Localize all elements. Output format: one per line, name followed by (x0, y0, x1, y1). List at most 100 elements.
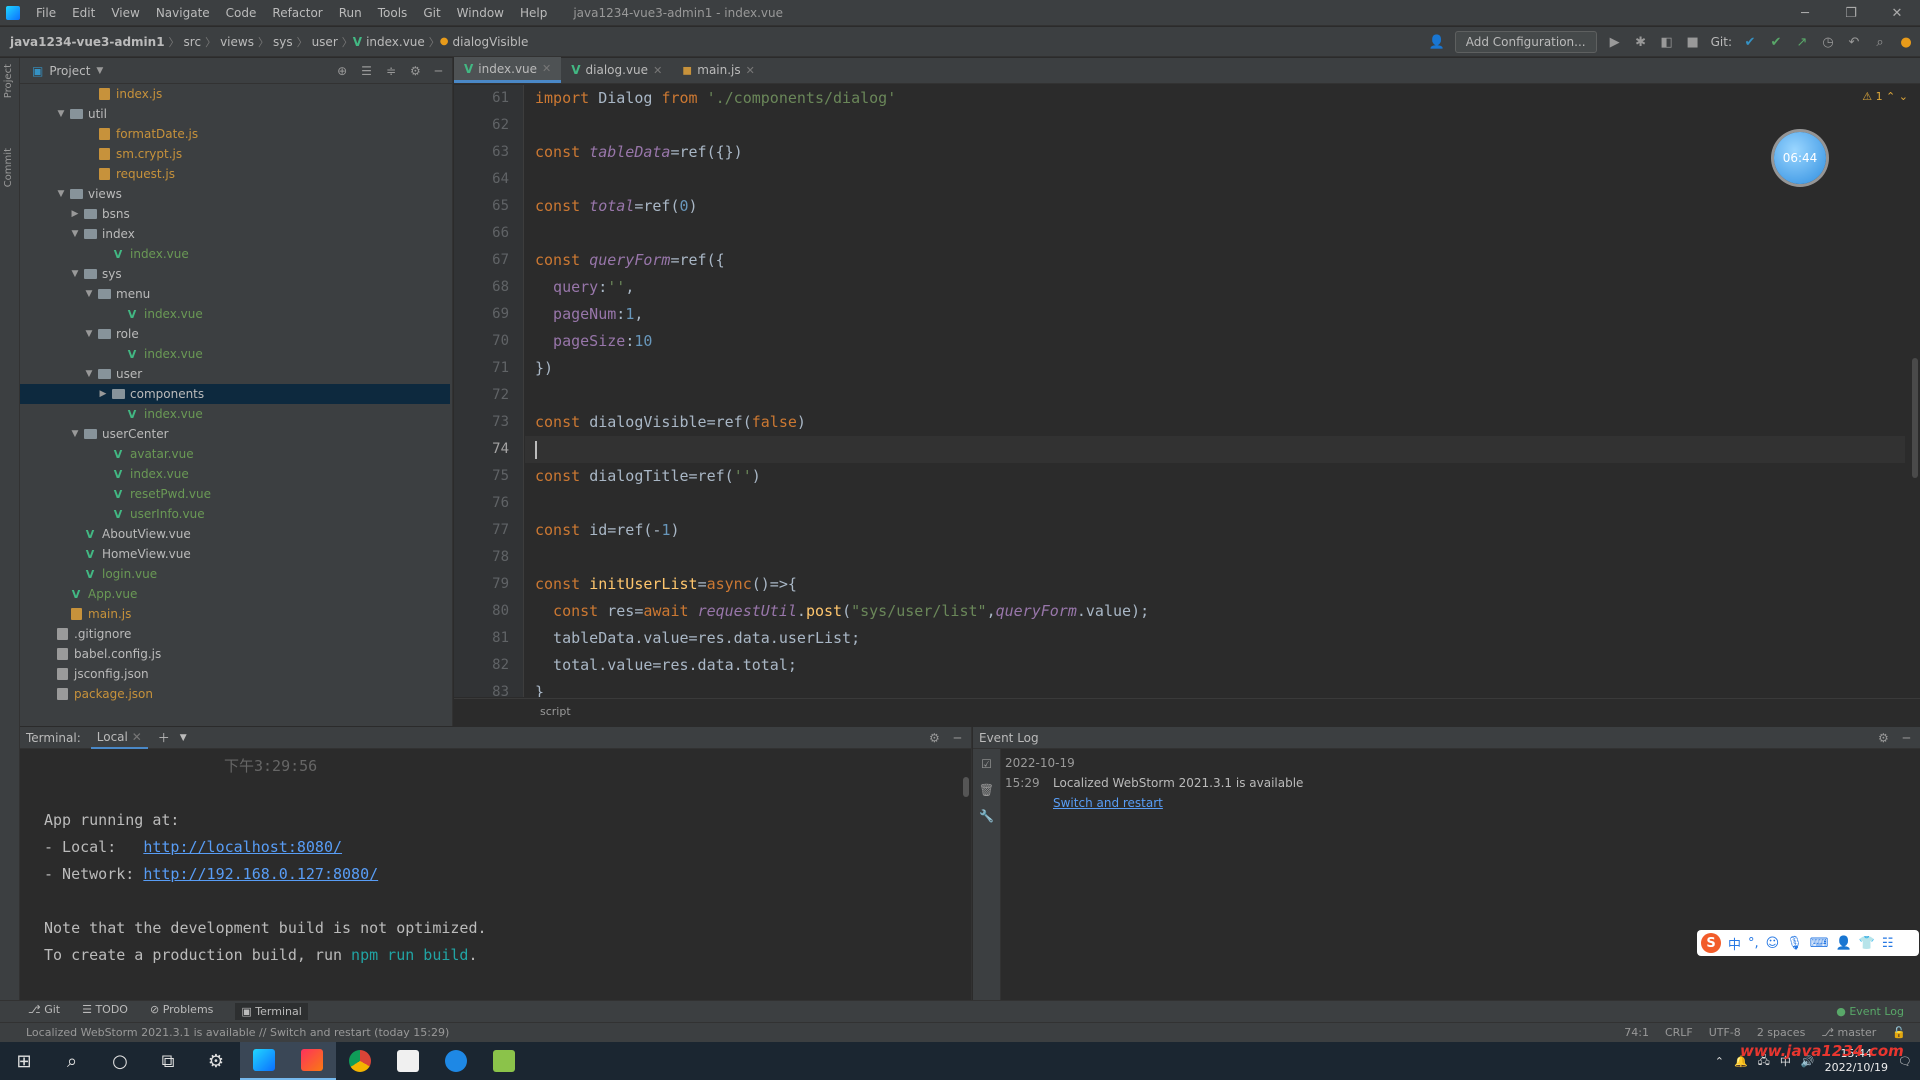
tree-item-vue[interactable]: Vindex.vue (20, 344, 450, 364)
coverage-icon[interactable]: ◧ (1659, 35, 1675, 50)
tree-item-cfg[interactable]: babel.config.js (20, 644, 450, 664)
project-panel-title[interactable]: Project (49, 64, 90, 78)
menu-item-help[interactable]: Help (512, 6, 555, 20)
ide-update-icon[interactable]: ● (1898, 35, 1914, 50)
git-update-icon[interactable]: ✔ (1742, 35, 1758, 50)
editor-tab[interactable]: ◼ main.js ✕ (672, 57, 765, 83)
tree-item-vue[interactable]: Vlogin.vue (20, 564, 450, 584)
code-line[interactable]: query:'', (525, 274, 1905, 301)
warning-badge[interactable]: ⚠ 1 ⌃ ⌄ (1862, 90, 1908, 103)
hide-panel-icon[interactable]: ─ (954, 731, 961, 745)
tree-item-vue[interactable]: Vavatar.vue (20, 444, 450, 464)
local-url-link[interactable]: http://localhost:8080/ (143, 838, 342, 856)
status-message[interactable]: Localized WebStorm 2021.3.1 is available… (26, 1026, 449, 1039)
collapse-all-icon[interactable]: ≑ (386, 64, 396, 78)
tree-item-js[interactable]: main.js (20, 604, 450, 624)
cursor-position[interactable]: 74:1 (1624, 1026, 1649, 1039)
chevron-up-icon[interactable]: ⌃ (1715, 1055, 1724, 1068)
menu-item-tools[interactable]: Tools (370, 6, 416, 20)
tree-item-vue[interactable]: Vindex.vue (20, 244, 450, 264)
tree-item-folder[interactable]: ▶ bsns (20, 204, 450, 224)
tree-item-folder[interactable]: ▼ views (20, 184, 450, 204)
project-tool-button[interactable]: Project (3, 64, 14, 98)
webstorm-taskbar-icon[interactable] (240, 1042, 288, 1080)
code-line[interactable]: const queryForm=ref({ (525, 247, 1905, 274)
code-line[interactable]: const initUserList=async()=>{ (525, 571, 1905, 598)
event-log-button[interactable]: ● Event Log (1836, 1005, 1920, 1018)
menu-item-file[interactable]: File (28, 6, 64, 20)
intellij-taskbar-icon[interactable] (288, 1042, 336, 1080)
chevron-down-icon[interactable]: ▼ (96, 66, 103, 76)
chrome-icon[interactable] (336, 1042, 384, 1080)
close-icon[interactable]: ✕ (1874, 0, 1920, 26)
rollback-icon[interactable]: ↶ (1846, 35, 1862, 50)
code-line[interactable]: pageSize:10 (525, 328, 1905, 355)
tree-item-vue[interactable]: VresetPwd.vue (20, 484, 450, 504)
tree-item-folder[interactable]: ▼ index (20, 224, 450, 244)
user-icon[interactable]: 👤 (1836, 936, 1852, 951)
tree-item-folder[interactable]: ▼ util (20, 104, 450, 124)
tree-item-cfg[interactable]: package.json (20, 684, 450, 704)
restore-icon[interactable]: ❐ (1828, 0, 1874, 26)
editor-tab[interactable]: Vindex.vue ✕ (454, 57, 562, 83)
close-icon[interactable]: ✕ (132, 730, 142, 744)
code-line[interactable]: pageNum:1, (525, 301, 1905, 328)
wrench-icon[interactable]: 🔧 (979, 809, 994, 823)
debug-icon[interactable]: ✱ (1633, 35, 1649, 50)
tool-window-terminal[interactable]: ▣ Terminal (235, 1003, 308, 1020)
tree-item-vue[interactable]: Vindex.vue (20, 304, 450, 324)
settings-gear-icon[interactable]: ⚙ (929, 731, 940, 745)
chevron-down-icon[interactable]: ▼ (68, 269, 82, 279)
trash-icon[interactable]: 🗑 (979, 783, 994, 797)
file-encoding[interactable]: UTF-8 (1709, 1026, 1741, 1039)
code-line[interactable]: tableData.value=res.data.userList; (525, 625, 1905, 652)
code-line[interactable]: total.value=res.data.total; (525, 652, 1905, 679)
tree-item-js[interactable]: index.js (20, 84, 450, 104)
chevron-right-icon[interactable]: ▶ (96, 389, 110, 399)
chevron-down-icon[interactable]: ▼ (54, 109, 68, 119)
menu-item-code[interactable]: Code (218, 6, 265, 20)
menu-icon[interactable]: ☷ (1882, 936, 1894, 951)
add-terminal-icon[interactable]: ＋ (158, 729, 170, 746)
minimize-icon[interactable]: ─ (1782, 0, 1828, 26)
breadcrumb-item[interactable]: sys (269, 35, 297, 49)
code-area[interactable]: import Dialog from './components/dialog'… (525, 85, 1905, 697)
tree-item-vue[interactable]: V App.vue (20, 584, 450, 604)
tree-item-folder[interactable]: ▼ sys (20, 264, 450, 284)
close-icon[interactable]: ✕ (653, 64, 662, 77)
code-line[interactable] (525, 382, 1905, 409)
chevron-down-icon[interactable]: ▼ (180, 733, 187, 743)
terminal-tab-local[interactable]: Local ✕ (90, 727, 148, 749)
breadcrumb-item[interactable]: user (308, 35, 342, 49)
git-commit-icon[interactable]: ✔ (1768, 35, 1784, 50)
chevron-down-icon[interactable]: ▼ (54, 189, 68, 199)
tool-window-problems[interactable]: ⊘ Problems (150, 1003, 213, 1020)
code-line[interactable] (525, 166, 1905, 193)
cortana-icon[interactable]: ○ (96, 1042, 144, 1080)
code-line[interactable]: const res=await requestUtil.post("sys/us… (525, 598, 1905, 625)
menu-item-view[interactable]: View (103, 6, 147, 20)
tree-item-vue[interactable]: VuserInfo.vue (20, 504, 450, 524)
chinese-mode-icon[interactable]: 中 (1728, 934, 1741, 953)
tree-item-folder[interactable]: ▼ user (20, 364, 450, 384)
chevron-down-icon[interactable]: ▼ (82, 289, 96, 299)
shirt-icon[interactable]: 👕 (1859, 936, 1875, 951)
code-line[interactable] (525, 490, 1905, 517)
tree-item-js[interactable]: sm.crypt.js (20, 144, 450, 164)
code-line[interactable]: } (525, 679, 1905, 697)
switch-and-restart-link[interactable]: Switch and restart (1005, 796, 1163, 810)
windows-start-icon[interactable]: ⊞ (0, 1042, 48, 1080)
tree-item-vue[interactable]: V HomeView.vue (20, 544, 450, 564)
code-line[interactable] (525, 544, 1905, 571)
code-line[interactable]: const dialogVisible=ref(false) (525, 409, 1905, 436)
code-line[interactable] (525, 220, 1905, 247)
git-push-icon[interactable]: ↗ (1794, 35, 1810, 50)
search-icon[interactable]: ⌕ (48, 1042, 96, 1080)
keyboard-icon[interactable]: ⌨ (1810, 936, 1829, 951)
terminal-output[interactable]: 下午3:29:56 App running at: - Local: http:… (20, 749, 960, 999)
tree-item-js[interactable]: request.js (20, 164, 450, 184)
code-line[interactable] (525, 112, 1905, 139)
tree-item-folder[interactable]: ▼ role (20, 324, 450, 344)
punctuation-icon[interactable]: °, (1748, 936, 1759, 951)
settings-gear-icon[interactable]: ⚙ (1878, 731, 1889, 745)
